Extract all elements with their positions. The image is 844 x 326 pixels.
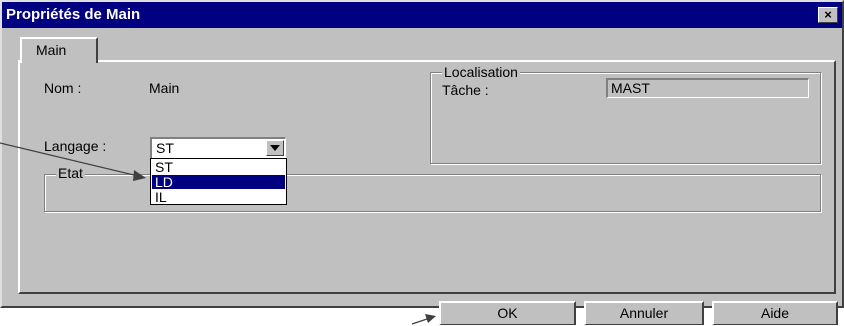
properties-dialog: Propriétés de Main × Main Nom : Main Lan… — [0, 0, 844, 308]
tache-field: MAST — [606, 78, 809, 98]
tab-main-label: Main — [36, 42, 67, 58]
arrow-icon — [411, 314, 436, 325]
chevron-down-icon — [270, 145, 280, 151]
langage-option-st[interactable]: ST — [152, 160, 285, 174]
langage-option-il[interactable]: IL — [152, 190, 285, 204]
ok-button[interactable]: OK — [439, 301, 576, 325]
help-button[interactable]: Aide — [712, 301, 838, 325]
title-bar[interactable]: Propriétés de Main × — [2, 2, 842, 28]
tache-label: Tâche : — [442, 82, 489, 98]
langage-option-ld[interactable]: LD — [152, 175, 285, 189]
tache-value: MAST — [611, 80, 650, 96]
langage-label: Langage : — [44, 138, 107, 154]
dropdown-button[interactable] — [266, 140, 284, 156]
cancel-button[interactable]: Annuler — [584, 301, 704, 325]
close-button[interactable]: × — [818, 7, 838, 23]
langage-dropdown-list: ST LD IL — [150, 158, 287, 205]
nom-value: Main — [149, 80, 180, 96]
window-title: Propriétés de Main — [6, 6, 141, 23]
localisation-legend: Localisation — [442, 64, 520, 80]
langage-combobox[interactable]: ST — [150, 137, 286, 159]
tab-main[interactable]: Main — [20, 37, 98, 63]
langage-selected-value: ST — [156, 140, 174, 156]
etat-legend: Etat — [56, 165, 85, 181]
nom-label: Nom : — [44, 80, 82, 96]
